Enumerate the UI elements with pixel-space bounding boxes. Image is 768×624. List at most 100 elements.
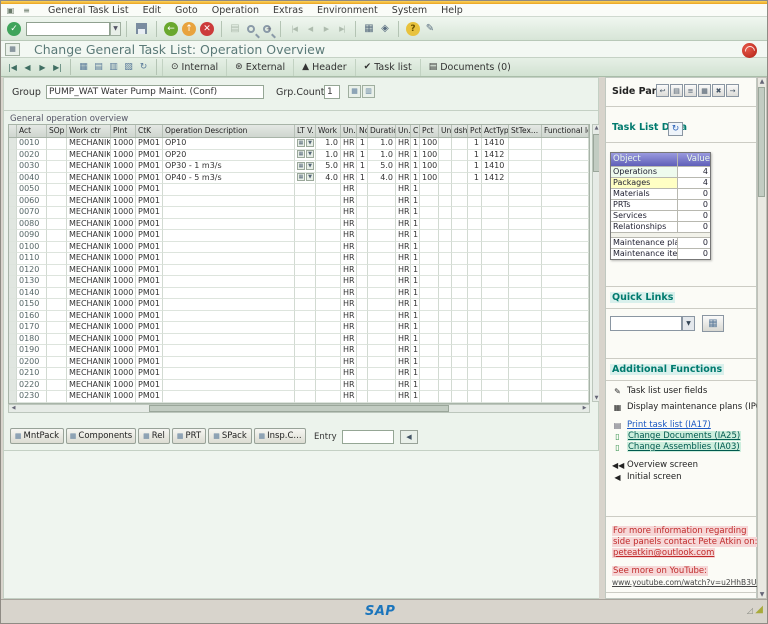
col-header-wc[interactable]: Work ctr [67,125,111,137]
cell-no[interactable]: 1 [357,138,368,150]
cell-sttex[interactable] [509,219,542,231]
select-all-icon[interactable]: ▦ [76,60,91,75]
cell-sel[interactable] [9,184,17,196]
cell-un3[interactable] [439,334,452,346]
cell-acttyp[interactable] [482,380,509,392]
cell-dur[interactable]: 4.0 [368,173,396,185]
cell-dsh[interactable] [452,253,468,265]
cell-wc[interactable]: MECHANIK [67,345,111,357]
cell-pct2[interactable] [468,288,482,300]
cell-pct[interactable] [420,380,439,392]
cell-pct2[interactable] [468,184,482,196]
col-header-sel[interactable] [9,125,17,137]
cell-wc[interactable]: MECHANIK [67,230,111,242]
col-header-dsh[interactable]: dsh [452,125,468,137]
cell-plnt[interactable]: 1000 [111,311,136,323]
menu-item-operation[interactable]: Operation [205,5,266,16]
cell-icons[interactable]: ▦▼ [295,173,316,185]
cell-dsh[interactable] [452,345,468,357]
cell-sel[interactable] [9,230,17,242]
side-link-display-maintenance-plans-ip03[interactable]: ▦Display maintenance plans (IP03) [612,402,768,412]
side-link-initial-screen[interactable]: ◀Initial screen [612,472,681,482]
col-header-c[interactable]: C [411,125,420,137]
cell-wc[interactable]: MECHANIK [67,288,111,300]
cell-icons[interactable] [295,276,316,288]
cell-sel[interactable] [9,207,17,219]
cell-sel[interactable] [9,253,17,265]
cell-plnt[interactable]: 1000 [111,184,136,196]
cell-un1[interactable]: HR [341,357,357,369]
first-page-icon[interactable]: |◀ [286,21,302,37]
cell-dsh[interactable] [452,242,468,254]
cell-wc[interactable]: MECHANIK [67,265,111,277]
customize-layout-icon[interactable]: ✎ [422,21,438,37]
cell-acttyp[interactable] [482,242,509,254]
cell-no[interactable] [357,184,368,196]
col-header-desc[interactable]: Operation Description [163,125,295,137]
cell-c[interactable]: 1 [411,161,420,173]
cell-c[interactable]: 1 [411,242,420,254]
cell-acttyp[interactable] [482,391,509,403]
col-header-pct[interactable]: Pct [420,125,439,137]
dropdown-icon[interactable]: ▼ [306,162,314,170]
cell-no[interactable]: 1 [357,173,368,185]
side-link-overview-screen[interactable]: ◀◀Overview screen [612,460,698,470]
cell-un2[interactable]: HR [396,253,411,265]
dropdown-icon[interactable]: ▼ [306,150,314,158]
cell-sttex[interactable] [509,138,542,150]
cell-sel[interactable] [9,265,17,277]
cell-sttex[interactable] [509,196,542,208]
cell-acttyp[interactable] [482,219,509,231]
back-icon[interactable]: ← [164,22,178,36]
group-counter-field[interactable]: 1 [324,85,340,99]
cell-un2[interactable]: HR [396,288,411,300]
cell-act[interactable]: 0120 [17,265,47,277]
cell-acttyp[interactable] [482,265,509,277]
cell-un1[interactable]: HR [341,380,357,392]
cell-un3[interactable] [439,219,452,231]
cell-un1[interactable]: HR [341,196,357,208]
cell-sop[interactable] [47,322,67,334]
cell-desc[interactable]: OP20 [163,150,295,162]
cell-sttex[interactable] [509,173,542,185]
cell-ctk[interactable]: PM01 [136,230,163,242]
cell-sop[interactable] [47,242,67,254]
cell-sop[interactable] [47,368,67,380]
cell-dsh[interactable] [452,311,468,323]
horizontal-scroll-thumb[interactable] [149,405,449,412]
cell-sel[interactable] [9,196,17,208]
cell-un3[interactable] [439,161,452,173]
cell-ctk[interactable]: PM01 [136,173,163,185]
cell-wc[interactable]: MECHANIK [67,242,111,254]
menu-item-extras[interactable]: Extras [266,5,310,16]
cell-sop[interactable] [47,150,67,162]
cell-act[interactable]: 0030 [17,161,47,173]
cell-desc[interactable] [163,288,295,300]
cell-pct[interactable]: 100 [420,173,439,185]
cell-sel[interactable] [9,288,17,300]
menu-item-general-task-list[interactable]: General Task List [41,5,136,16]
side-panel-list-icon[interactable]: ≡ [684,84,697,97]
cell-icons[interactable] [295,368,316,380]
cell-act[interactable]: 0230 [17,391,47,403]
cell-desc[interactable]: OP40 - 5 m3/s [163,173,295,185]
cell-desc[interactable] [163,322,295,334]
cell-c[interactable]: 1 [411,391,420,403]
menu-item-help[interactable]: Help [434,5,470,16]
cell-acttyp[interactable] [482,311,509,323]
cell-ctk[interactable]: PM01 [136,368,163,380]
cell-pct[interactable] [420,311,439,323]
tab-button-rel[interactable]: ▦Rel [138,428,170,444]
entry-nav-icon[interactable]: ◀ [400,430,418,444]
cell-pct2[interactable] [468,196,482,208]
cell-dur[interactable] [368,357,396,369]
cell-wc[interactable]: MECHANIK [67,357,111,369]
cell-un1[interactable]: HR [341,253,357,265]
cell-un2[interactable]: HR [396,196,411,208]
delete-row-icon[interactable]: ▥ [106,60,121,75]
cell-pct[interactable] [420,299,439,311]
scroll-up-icon[interactable]: ▲ [758,78,766,85]
cell-un1[interactable]: HR [341,311,357,323]
cell-icons[interactable] [295,380,316,392]
cell-plnt[interactable]: 1000 [111,230,136,242]
